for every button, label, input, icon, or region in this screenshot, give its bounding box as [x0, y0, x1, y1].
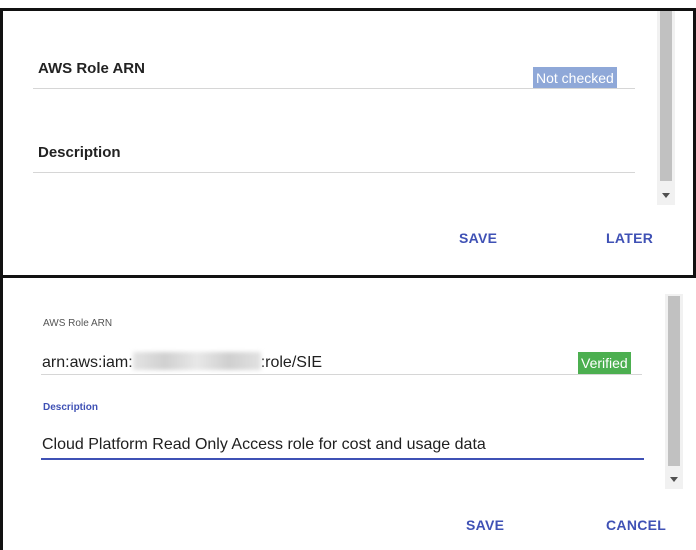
cancel-button[interactable]: CANCEL — [606, 517, 666, 533]
verified-status-badge: Verified — [578, 352, 631, 374]
description-underline-active — [41, 458, 644, 460]
description-underline — [33, 172, 635, 173]
redacted-account-id — [132, 352, 261, 370]
scrollbar[interactable] — [657, 11, 675, 205]
scroll-down-arrow-icon[interactable] — [662, 193, 670, 198]
top-dialog-panel: AWS Role ARN Not checked Description SAV… — [0, 8, 696, 278]
scrollbar-thumb[interactable] — [660, 11, 672, 181]
scrollbar[interactable] — [665, 294, 683, 489]
role-arn-input[interactable]: arn:aws:iam: :role/SIE — [42, 352, 322, 372]
scroll-down-arrow-icon[interactable] — [670, 477, 678, 482]
role-arn-label: AWS Role ARN — [43, 318, 113, 329]
later-button[interactable]: LATER — [606, 230, 653, 246]
role-arn-label: AWS Role ARN — [38, 60, 145, 77]
save-button[interactable]: SAVE — [459, 230, 497, 246]
save-button[interactable]: SAVE — [466, 517, 504, 533]
not-checked-status-badge: Not checked — [533, 67, 617, 89]
description-label: Description — [38, 144, 121, 161]
bottom-dialog-panel: AWS Role ARN arn:aws:iam: :role/SIE Verif… — [0, 278, 696, 550]
scrollbar-thumb[interactable] — [668, 296, 680, 466]
description-label: Description — [43, 402, 99, 413]
role-arn-underline — [41, 374, 642, 375]
description-input[interactable]: Cloud Platform Read Only Access role for… — [42, 436, 486, 454]
role-arn-suffix: :role/SIE — [260, 354, 323, 371]
role-arn-prefix: arn:aws:iam: — [42, 354, 133, 371]
role-arn-underline — [33, 88, 635, 89]
